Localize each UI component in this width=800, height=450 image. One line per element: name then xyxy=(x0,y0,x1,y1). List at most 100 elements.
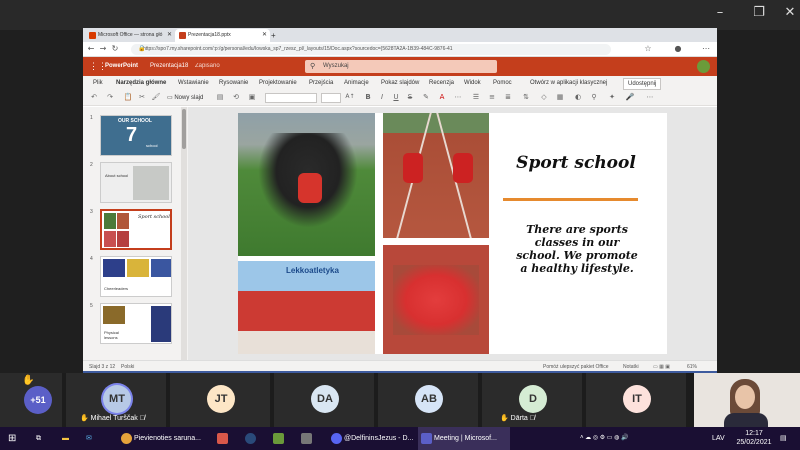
menu-icon[interactable]: ⋯ xyxy=(701,44,711,54)
thumb-photo xyxy=(104,231,116,247)
keyboard-language[interactable]: LAV xyxy=(712,427,725,450)
shape-fill-icon[interactable]: ◐ xyxy=(573,92,583,102)
notifications-icon[interactable]: ▤ xyxy=(780,427,787,450)
picture-icon[interactable]: ▣ xyxy=(247,92,257,102)
tab-design[interactable]: Projektowanie xyxy=(259,76,297,90)
tab-insert[interactable]: Wstawianie xyxy=(178,76,209,90)
steam-app-icon[interactable] xyxy=(244,427,258,450)
scrollbar-thumb[interactable] xyxy=(182,109,186,149)
bullets-icon[interactable]: ☰ xyxy=(471,92,481,102)
file-explorer-icon[interactable]: ▬ xyxy=(62,427,69,450)
tab-view[interactable]: Widok xyxy=(464,76,481,90)
thumb2-title: About school xyxy=(105,173,129,178)
address-bar: ← → ↻ https://spo7.my.sharepoint.com/:p:… xyxy=(83,42,717,57)
minecraft-app-icon[interactable] xyxy=(272,427,286,450)
browser-tab-office[interactable]: Microsoft Office — strona głó ✕ xyxy=(85,29,175,42)
paint-app-icon[interactable] xyxy=(216,427,230,450)
highlight-icon[interactable]: ✎ xyxy=(421,92,431,102)
tab-animations[interactable]: Animacje xyxy=(344,76,369,90)
close-icon[interactable]: ✕ xyxy=(783,6,797,20)
redo-icon[interactable]: ↷ xyxy=(105,92,115,102)
tab-help[interactable]: Pomoc xyxy=(493,76,512,90)
tab-slideshow[interactable]: Pokaz slajdów xyxy=(381,76,419,90)
taskbar-item-chrome[interactable]: Pievienoties saruna... xyxy=(118,427,208,450)
tab-draw[interactable]: Rysowanie xyxy=(219,76,248,90)
avatar[interactable] xyxy=(697,60,710,73)
tab-transitions[interactable]: Przejścia xyxy=(309,76,333,90)
url-field[interactable]: https://spo7.my.sharepoint.com/:p:/g/per… xyxy=(131,44,611,55)
font-name-select[interactable] xyxy=(265,93,317,103)
italic-icon[interactable]: I xyxy=(377,92,387,102)
text-direction-icon[interactable]: ⇅ xyxy=(521,92,531,102)
close-tab-icon[interactable]: ✕ xyxy=(262,29,267,42)
minimize-icon[interactable]: – xyxy=(713,6,727,20)
task-view-icon[interactable]: ⧉ xyxy=(36,427,41,450)
arrange-icon[interactable]: ▦ xyxy=(555,92,565,102)
grow-font-icon[interactable]: A↑ xyxy=(345,92,355,102)
undo-icon[interactable]: ↶ xyxy=(89,92,99,102)
new-tab-button[interactable]: + xyxy=(271,29,281,42)
windows-start-icon[interactable]: ⊞ xyxy=(8,427,16,450)
participant-tile-mt[interactable]: MT ✋ Mihael Turščak 🎙̸ xyxy=(66,373,166,427)
overflow-icon[interactable]: ⋯ xyxy=(645,92,655,102)
document-name[interactable]: Prezentacja18 xyxy=(150,57,188,76)
participant-tile-jt[interactable]: JT xyxy=(170,373,270,427)
clock[interactable]: 12:17 25/02/2021 xyxy=(735,429,773,447)
close-tab-icon[interactable]: ✕ xyxy=(167,29,172,42)
dictate-icon[interactable]: 🎤 xyxy=(625,92,635,102)
slide-thumbnail-3[interactable]: Sport school xyxy=(100,209,172,250)
strikethrough-icon[interactable]: S xyxy=(405,92,415,102)
participant-name-text: Mihael Turščak xyxy=(90,415,138,422)
team-circle xyxy=(393,265,479,335)
taskbar-item-discord[interactable]: @DelfininsJezus - D... xyxy=(328,427,414,450)
tab-review[interactable]: Recenzja xyxy=(429,76,454,90)
layout-icon[interactable]: ▤ xyxy=(215,92,225,102)
taskbar-label: Meeting | Microsof... xyxy=(434,435,497,442)
reload-icon[interactable]: ↻ xyxy=(110,44,120,54)
participant-tile-ab[interactable]: AB xyxy=(378,373,478,427)
slide-thumbnail-2[interactable]: About school xyxy=(100,162,172,203)
participant-tile-it[interactable]: IT xyxy=(586,373,686,427)
taskbar-item-teams[interactable]: Meeting | Microsof... xyxy=(418,427,510,450)
browser-tab-pptx[interactable]: Prezentacja18.pptx ✕ xyxy=(175,29,270,42)
search-input[interactable]: ⚲ Wyszukaj xyxy=(305,60,497,73)
forward-icon[interactable]: → xyxy=(98,44,108,54)
profile-icon[interactable]: ● xyxy=(673,44,683,54)
new-slide-button[interactable]: ▭ Nowy slajd xyxy=(167,93,203,103)
restore-icon[interactable]: ❐ xyxy=(752,6,766,20)
slide-thumbnail-4[interactable]: Cheerleaders xyxy=(100,256,172,297)
designer-icon[interactable]: ✦ xyxy=(607,92,617,102)
align-icon[interactable]: ≣ xyxy=(503,92,513,102)
more-participants-tile[interactable]: ✋ +51 xyxy=(0,373,62,427)
thumb-number: 2 xyxy=(90,162,93,168)
thumbnail-scrollbar[interactable] xyxy=(181,107,187,360)
reset-icon[interactable]: ⟲ xyxy=(231,92,241,102)
share-button[interactable]: Udostępnij xyxy=(623,78,662,90)
avatar: MT xyxy=(103,385,131,413)
participant-tile-d[interactable]: D ✋ Dārta 🎙̸ xyxy=(482,373,582,427)
slide-thumbnail-5[interactable]: Physical lessons xyxy=(100,303,172,344)
tab-file[interactable]: Plik xyxy=(93,76,103,90)
font-color-icon[interactable]: A xyxy=(437,92,447,102)
app-icon[interactable] xyxy=(300,427,314,450)
find-icon[interactable]: ⚲ xyxy=(589,92,599,102)
paste-icon[interactable]: 📋 xyxy=(123,92,133,102)
slide-thumbnail-1[interactable]: OUR SCHOOL 7 school xyxy=(100,115,172,156)
participant-tile-da[interactable]: DA xyxy=(274,373,374,427)
back-icon[interactable]: ← xyxy=(86,44,96,54)
tray-icons[interactable]: ˄ ☁ ◎ ⚙ ▭ ◍ 🔊 xyxy=(580,427,629,450)
cut-icon[interactable]: ✂ xyxy=(137,92,147,102)
numbering-icon[interactable]: ≡ xyxy=(487,92,497,102)
underline-icon[interactable]: U xyxy=(391,92,401,102)
shapes-icon[interactable]: ◇ xyxy=(539,92,549,102)
open-desktop-app[interactable]: Otwórz w aplikacji klasycznej xyxy=(530,76,607,90)
avatar: IT xyxy=(623,385,651,413)
more-icon[interactable]: ⋯ xyxy=(453,92,463,102)
format-painter-icon[interactable]: 🖌 xyxy=(151,92,161,102)
current-slide[interactable]: Lekkoatletyka Sport school There are spo… xyxy=(238,113,667,354)
thumb4-caption: Cheerleaders xyxy=(104,286,129,291)
favorite-icon[interactable]: ☆ xyxy=(643,44,653,54)
mail-icon[interactable]: ✉ xyxy=(86,427,92,450)
font-size-select[interactable] xyxy=(321,93,341,103)
bold-icon[interactable]: B xyxy=(363,92,373,102)
